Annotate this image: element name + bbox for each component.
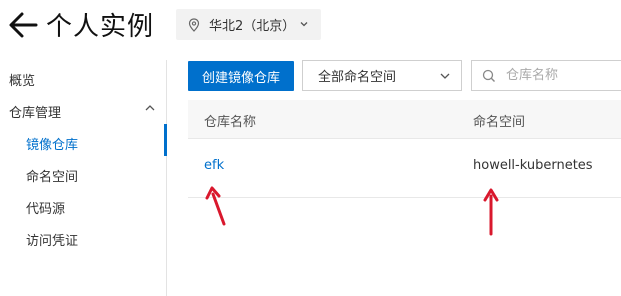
namespace-filter-select[interactable]: 全部命名空间 [302,60,462,91]
sidebar-divider [166,60,167,296]
annotation-arrow-icon [205,186,226,226]
region-label: 华北2（北京） [209,19,296,34]
sidebar-group-repo-mgmt[interactable]: 仓库管理 [9,102,61,121]
sidebar-active-indicator [164,124,167,156]
chevron-down-icon [440,73,450,79]
column-header-namespace: 命名空间 [473,115,526,130]
annotation-arrow-icon [483,188,499,236]
sidebar-item-access-credential[interactable]: 访问凭证 [26,230,78,249]
table-row: efk howell-kubernetes [188,139,621,198]
search-icon [482,69,495,82]
chevron-down-icon [300,22,308,27]
location-pin-icon [188,17,200,32]
region-selector[interactable]: 华北2（北京） [176,9,321,40]
chevron-up-icon[interactable] [144,103,156,113]
page-header: 个人实例 华北2（北京） [0,0,621,52]
repo-name-link[interactable]: efk [204,158,224,173]
sidebar-item-code-source[interactable]: 代码源 [26,198,65,217]
namespace-filter-label: 全部命名空间 [318,70,397,85]
create-repo-button[interactable]: 创建镜像仓库 [188,61,294,91]
page-title: 个人实例 [46,12,155,42]
repo-search-box[interactable] [471,60,621,91]
table-header: 仓库名称 命名空间 [188,100,621,139]
repo-search-input[interactable] [504,67,618,84]
sidebar-item-namespace[interactable]: 命名空间 [26,166,78,185]
repo-namespace-cell: howell-kubernetes [473,158,593,173]
sidebar-item-image-repo[interactable]: 镜像仓库 [26,134,78,153]
back-arrow-icon[interactable] [6,10,40,40]
sidebar-item-overview[interactable]: 概览 [9,70,35,89]
column-header-repo-name: 仓库名称 [204,115,257,130]
